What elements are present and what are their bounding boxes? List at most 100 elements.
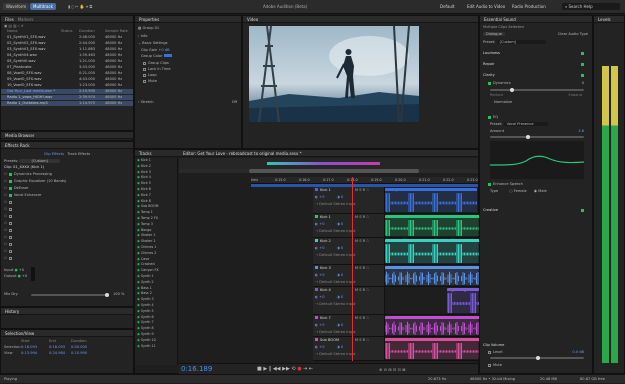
zoom-bar[interactable] [179,169,478,173]
track-lane[interactable] [385,265,615,286]
property-option[interactable]: Loop [135,73,241,78]
track[interactable]: Kick 4M S R ⎍ ◐ +0 ◑ 0 ⇢ Default Stereo Inp… [313,287,550,315]
male-radio[interactable]: ◉ Male [534,189,547,193]
normalize-label[interactable]: Normalize [480,100,592,105]
effect-slot[interactable]: ⏻ Graphic Equalizer (10 Bands) [1,179,133,184]
power-icon[interactable]: ⏻ [4,249,7,253]
volume-control[interactable]: ◐ +0 ◑ 0 [313,222,384,227]
file-item[interactable]: 05_SynthVl.wav 1:21.000 48000 Hz [1,59,133,64]
media-browser-title[interactable]: Media Browser [1,132,133,139]
power-icon[interactable]: ⏻ [4,235,7,239]
file-item[interactable]: 07_Plankcake 3:43.000 48000 Hz [1,65,133,70]
mute-solo-buttons[interactable]: M S R ⎍ [355,338,384,343]
volume-control[interactable]: ◐ +0 ◑ 0 [313,273,384,278]
level-slider[interactable] [490,356,584,360]
mute-solo-buttons[interactable]: M S R ⎍ [355,215,384,220]
file-item[interactable]: Radio 1_Outtakes.mp3 1:14.972 48000 Hz [1,101,133,106]
dynamics-row[interactable]: Dynamics 0 [480,81,592,86]
mute-row[interactable]: Mute [480,363,592,368]
file-item[interactable]: 04_SynthV4.wav 1:59.463 48000 Hz [1,53,133,58]
file-item[interactable]: 09_VowlO_SFX.wav 4:43.000 48000 Hz [1,77,133,82]
file-item[interactable]: 03_SynthV3_SFX.wav 1:11.863 48000 Hz [1,47,133,52]
track-list-item[interactable]: ◉ Kick 5 [135,181,177,186]
track-io[interactable]: ⇢ Default Stereo Input [313,253,384,258]
mute-solo-buttons[interactable]: M S R ⎍ [355,266,384,271]
track[interactable]: Kick 1M S R ⎍ ◐ +0 ◑ 0 ⇢ Default Stereo Inp… [313,214,615,238]
basic-settings-section[interactable]: ⌄ Basic Settings [135,41,241,46]
eq-preset-dropdown[interactable]: Vocal Presence [503,122,548,126]
power-icon[interactable]: ⏻ [4,186,7,190]
workspace-default[interactable]: Default [440,3,455,10]
volume-control[interactable]: ◐ +0 ◑ 0 [313,323,384,328]
power-icon[interactable]: ⏻ [4,193,7,197]
track[interactable]: Kick 2M S R ⎍ ◐ +0 ◑ 0 ⇢ Default Stereo Inp… [313,238,615,265]
track[interactable]: Kick 7M S R ⎍ ◐ +0 ◑ 0 ⇢ Default Stereo Inp… [313,315,615,337]
power-icon[interactable]: ⏻ [4,214,7,218]
track-list-item[interactable]: ◉ Kick 3 [135,170,177,175]
mute-solo-buttons[interactable]: M S R ⎍ [355,188,384,193]
loudness-section[interactable]: Loudness [480,51,592,56]
property-option[interactable]: Mute [135,79,241,84]
overview-strip[interactable] [179,158,478,169]
track-lane[interactable] [385,238,615,264]
property-option[interactable]: Group Clips [135,61,241,66]
dynamics-slider[interactable] [490,88,584,92]
track-io[interactable]: ⇢ Default Stereo Input [313,229,384,234]
file-item[interactable]: Radio 1_vows_HIGH!.wav 2:39.974 48000 Hz [1,95,133,100]
power-icon[interactable]: ⏻ [4,200,7,204]
file-item[interactable]: 08_VowlO_SFX.wav 0:21.000 48000 Hz [1,71,133,76]
property-option[interactable]: Lock in Time [135,67,241,72]
enhance-speech-row[interactable]: Enhance Speech [480,182,592,187]
info-section[interactable]: › Info [135,34,241,39]
eq-row[interactable]: EQ [480,115,592,120]
track-io[interactable]: ⇢ Default Stereo Input [313,352,384,357]
tab-track-effects[interactable]: Track Effects [67,152,90,156]
power-icon[interactable]: ⏻ [4,207,7,211]
audio-clip[interactable]: 01Deepdl [385,188,477,212]
creative-section[interactable]: Creative [480,208,592,213]
power-icon[interactable]: ⏻ [4,256,7,260]
track-io[interactable]: ⇢ Default Stereo Input [313,280,384,285]
power-icon[interactable]: ⏻ [4,228,7,232]
mute-solo-buttons[interactable]: M S R ⎍ [355,288,384,293]
repair-section[interactable]: Repair [480,62,592,67]
track[interactable]: Kick 1M S R ⎍ ◐ +0 ◑ 0 ⇢ Default Stereo Inp… [313,187,478,214]
power-icon[interactable]: ⏻ [4,179,7,183]
transport-controls[interactable]: ■ ▶ ‖ ◀◀ ▶▶ ⟲ ● ⇥ ⇤ [257,366,313,372]
clarity-section[interactable]: Clarity [480,73,592,78]
tab-files[interactable]: Files [5,17,14,22]
workspace-edit-av[interactable]: Edit Audio to Video [467,3,505,10]
mute-solo-buttons[interactable]: M S R ⎍ [355,316,384,321]
track-lane[interactable]: 01Deepdl [385,187,478,213]
track-lane[interactable]: 02_Kickdel_SFX [385,287,550,314]
group-color-row[interactable]: Group Color [135,54,241,59]
clear-audio-type-button[interactable]: Clear Audio Type [558,32,588,37]
file-item[interactable]: 02_SynthV2_SFX.wav 2:44.000 48000 Hz [1,41,133,46]
level-row[interactable]: Level 0.0 dB [480,350,592,355]
power-icon[interactable]: ⏻ [4,242,7,246]
track-list-item[interactable]: ◉ Kick 1 [135,158,177,163]
track-lane[interactable] [385,315,615,336]
preset-dropdown[interactable]: [Custom] [496,40,547,44]
track-io[interactable]: ⇢ Default Stereo Input [313,202,384,207]
waveform-button[interactable]: Waveform [3,3,30,10]
volume-control[interactable]: ◐ +0 ◑ 0 [313,246,384,251]
power-icon[interactable]: ⏻ [4,221,7,225]
volume-control[interactable]: ◐ +0 ◑ 0 [313,195,384,200]
workspace-radio[interactable]: Radio Production [512,3,546,10]
tab-markers[interactable]: Markers [18,17,34,22]
multitrack-button[interactable]: Multitrack [30,3,56,10]
amount-slider[interactable] [490,135,584,139]
presets-dropdown[interactable]: (Custom) [19,159,61,163]
playhead[interactable] [352,177,353,361]
volume-control[interactable]: ◐ +0 ◑ 0 [313,345,384,350]
group-name[interactable]: ▦ Group 01 [135,26,241,31]
track-io[interactable]: ⇢ Default Stereo Input [313,302,384,307]
file-item[interactable]: 01_SynthV1_SFX.wav 2:48.000 48000 Hz [1,35,133,40]
stretch-section[interactable]: › Stretch Off [135,100,241,105]
tab-clip-effects[interactable]: Clip Effects [44,152,64,156]
zoom-controls[interactable]: ⊕ ⊖ ⊞ ⊟ ⊡ ⊠ [379,367,405,372]
file-item[interactable]: 10_VowlO_SFX.wav 1:23.000 48000 Hz [1,83,133,88]
tool-icons[interactable]: ▮ ▯ ✂ ✋ ⌖ ⧉ [68,3,92,10]
effect-slot[interactable]: ⏻ Dynamics Processing [1,172,133,177]
